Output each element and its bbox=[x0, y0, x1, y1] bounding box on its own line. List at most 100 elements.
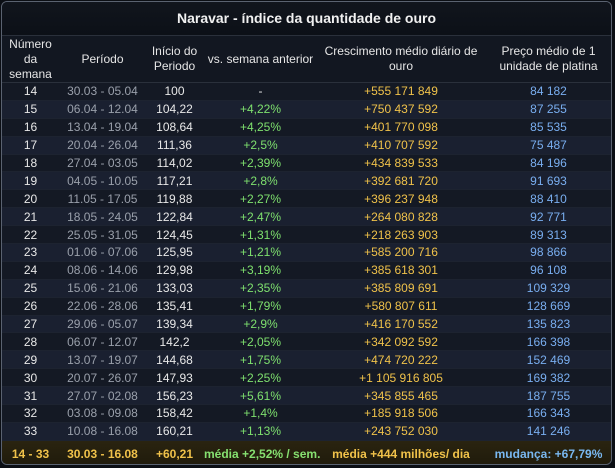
cell-week: 17 bbox=[2, 136, 59, 155]
cell-week: 32 bbox=[2, 404, 59, 423]
cell-vs-previous: +2,05% bbox=[203, 332, 318, 352]
cell-platinum-price: 135 823 bbox=[484, 315, 611, 334]
cell-week: 15 bbox=[2, 100, 59, 119]
cell-daily-growth: +434 839 533 bbox=[318, 154, 484, 173]
table-title: Naravar - índice da quantidade de ouro bbox=[2, 2, 611, 36]
cell-start-index: 114,02 bbox=[146, 154, 203, 173]
cell-week: 33 bbox=[2, 422, 59, 441]
cell-vs-previous: +2,47% bbox=[203, 207, 318, 227]
table-row: 18 27.04 - 03.05 114,02 +2,39% +434 839 533 8… bbox=[2, 154, 611, 173]
cell-period: 01.06 - 07.06 bbox=[59, 243, 146, 262]
cell-period: 10.08 - 16.08 bbox=[59, 422, 146, 441]
cell-daily-growth: +218 263 903 bbox=[318, 225, 484, 245]
cell-platinum-price: 166 343 bbox=[484, 404, 611, 423]
cell-start-index: 139,34 bbox=[146, 315, 203, 334]
cell-week: 27 bbox=[2, 315, 59, 334]
cell-daily-growth: +750 437 592 bbox=[318, 100, 484, 119]
cell-week: 19 bbox=[2, 171, 59, 191]
cell-daily-growth: +264 080 828 bbox=[318, 207, 484, 227]
header-start-index: Início do Periodo bbox=[146, 36, 203, 83]
cell-platinum-price: 98 866 bbox=[484, 243, 611, 262]
cell-platinum-price: 91 693 bbox=[484, 171, 611, 191]
summary-period: 30.03 - 16.08 bbox=[59, 439, 146, 464]
cell-vs-previous: +2,25% bbox=[203, 368, 318, 388]
cell-daily-growth: +345 855 465 bbox=[318, 386, 484, 406]
cell-period: 27.07 - 02.08 bbox=[59, 386, 146, 406]
cell-vs-previous: +2,9% bbox=[203, 315, 318, 334]
cell-week: 14 bbox=[2, 82, 59, 101]
cell-platinum-price: 152 469 bbox=[484, 350, 611, 370]
cell-start-index: 111,36 bbox=[146, 136, 203, 155]
cell-week: 26 bbox=[2, 297, 59, 316]
table-row: 22 25.05 - 31.05 124,45 +1,31% +218 263 903 8… bbox=[2, 225, 611, 245]
cell-platinum-price: 88 410 bbox=[484, 189, 611, 209]
cell-start-index: 147,93 bbox=[146, 368, 203, 388]
cell-period: 22.06 - 28.06 bbox=[59, 297, 146, 316]
cell-daily-growth: +555 171 849 bbox=[318, 82, 484, 101]
cell-platinum-price: 84 196 bbox=[484, 154, 611, 173]
cell-period: 11.05 - 17.05 bbox=[59, 189, 146, 209]
cell-platinum-price: 85 535 bbox=[484, 118, 611, 137]
cell-week: 20 bbox=[2, 189, 59, 209]
cell-daily-growth: +580 807 611 bbox=[318, 297, 484, 316]
cell-start-index: 135,41 bbox=[146, 297, 203, 316]
cell-period: 29.06 - 05.07 bbox=[59, 315, 146, 334]
cell-period: 08.06 - 14.06 bbox=[59, 261, 146, 280]
cell-week: 28 bbox=[2, 332, 59, 352]
cell-period: 13.07 - 19.07 bbox=[59, 350, 146, 370]
cell-daily-growth: +1 105 916 805 bbox=[318, 368, 484, 388]
cell-vs-previous: +1,21% bbox=[203, 243, 318, 262]
cell-week: 22 bbox=[2, 225, 59, 245]
cell-period: 20.04 - 26.04 bbox=[59, 136, 146, 155]
table-row: 32 03.08 - 09.08 158,42 +1,4% +185 918 506 16… bbox=[2, 404, 611, 423]
cell-start-index: 124,45 bbox=[146, 225, 203, 245]
cell-daily-growth: +474 720 222 bbox=[318, 350, 484, 370]
cell-vs-previous: +2,5% bbox=[203, 136, 318, 155]
cell-daily-growth: +585 200 716 bbox=[318, 243, 484, 262]
cell-daily-growth: +392 681 720 bbox=[318, 171, 484, 191]
cell-start-index: 119,88 bbox=[146, 189, 203, 209]
cell-week: 16 bbox=[2, 118, 59, 137]
cell-platinum-price: 128 669 bbox=[484, 297, 611, 316]
table-row: 26 22.06 - 28.06 135,41 +1,79% +580 807 611 1… bbox=[2, 297, 611, 316]
cell-start-index: 160,21 bbox=[146, 422, 203, 441]
table-row: 20 11.05 - 17.05 119,88 +2,27% +396 237 948 8… bbox=[2, 189, 611, 209]
cell-vs-previous: +1,4% bbox=[203, 404, 318, 423]
cell-start-index: 100 bbox=[146, 82, 203, 101]
cell-platinum-price: 96 108 bbox=[484, 261, 611, 280]
summary-avg-weekly: média +2,52% / sem. bbox=[203, 439, 320, 464]
cell-week: 29 bbox=[2, 350, 59, 370]
cell-vs-previous: +2,8% bbox=[203, 171, 318, 191]
cell-period: 06.04 - 12.04 bbox=[59, 100, 146, 119]
cell-period: 04.05 - 10.05 bbox=[59, 171, 146, 191]
cell-week: 25 bbox=[2, 279, 59, 298]
table-row: 14 30.03 - 05.04 100- +555 171 849 84 182 bbox=[2, 82, 611, 101]
cell-week: 31 bbox=[2, 386, 59, 406]
table-row: 19 04.05 - 10.05 117,21 +2,8% +392 681 720 91… bbox=[2, 171, 611, 191]
cell-vs-previous: +1,13% bbox=[203, 422, 318, 441]
cell-start-index: 104,22 bbox=[146, 100, 203, 119]
header-week: Número da semana bbox=[2, 36, 59, 83]
cell-period: 15.06 - 21.06 bbox=[59, 279, 146, 298]
cell-start-index: 133,03 bbox=[146, 279, 203, 298]
summary-index-change: +60,21 bbox=[146, 439, 203, 464]
summary-avg-daily: média +444 milhões/ dia bbox=[318, 439, 484, 464]
cell-vs-previous: +1,31% bbox=[203, 225, 318, 245]
table-row: 27 29.06 - 05.07 139,34 +2,9% +416 170 552 13… bbox=[2, 315, 611, 334]
table-row: 31 27.07 - 02.08 156,23 +5,61% +345 855 465 1… bbox=[2, 386, 611, 406]
cell-daily-growth: +243 752 030 bbox=[318, 422, 484, 441]
table-row: 30 20.07 - 26.07 147,93 +2,25% +1 105 916 80… bbox=[2, 368, 611, 388]
cell-vs-previous: +1,79% bbox=[203, 297, 318, 316]
table-row: 15 06.04 - 12.04 104,22 +4,22% +750 437 592 8… bbox=[2, 100, 611, 119]
summary-row: 14 - 33 30.03 - 16.08 +60,21 média +2,52… bbox=[2, 439, 611, 464]
cell-vs-previous: +4,25% bbox=[203, 118, 318, 137]
cell-start-index: 122,84 bbox=[146, 207, 203, 227]
cell-platinum-price: 169 382 bbox=[484, 368, 611, 388]
cell-period: 30.03 - 05.04 bbox=[59, 82, 146, 101]
cell-daily-growth: +385 809 691 bbox=[318, 279, 484, 298]
cell-start-index: 129,98 bbox=[146, 261, 203, 280]
cell-start-index: 144,68 bbox=[146, 350, 203, 370]
cell-platinum-price: 75 487 bbox=[484, 136, 611, 155]
cell-start-index: 142,2 bbox=[146, 332, 203, 352]
cell-period: 25.05 - 31.05 bbox=[59, 225, 146, 245]
